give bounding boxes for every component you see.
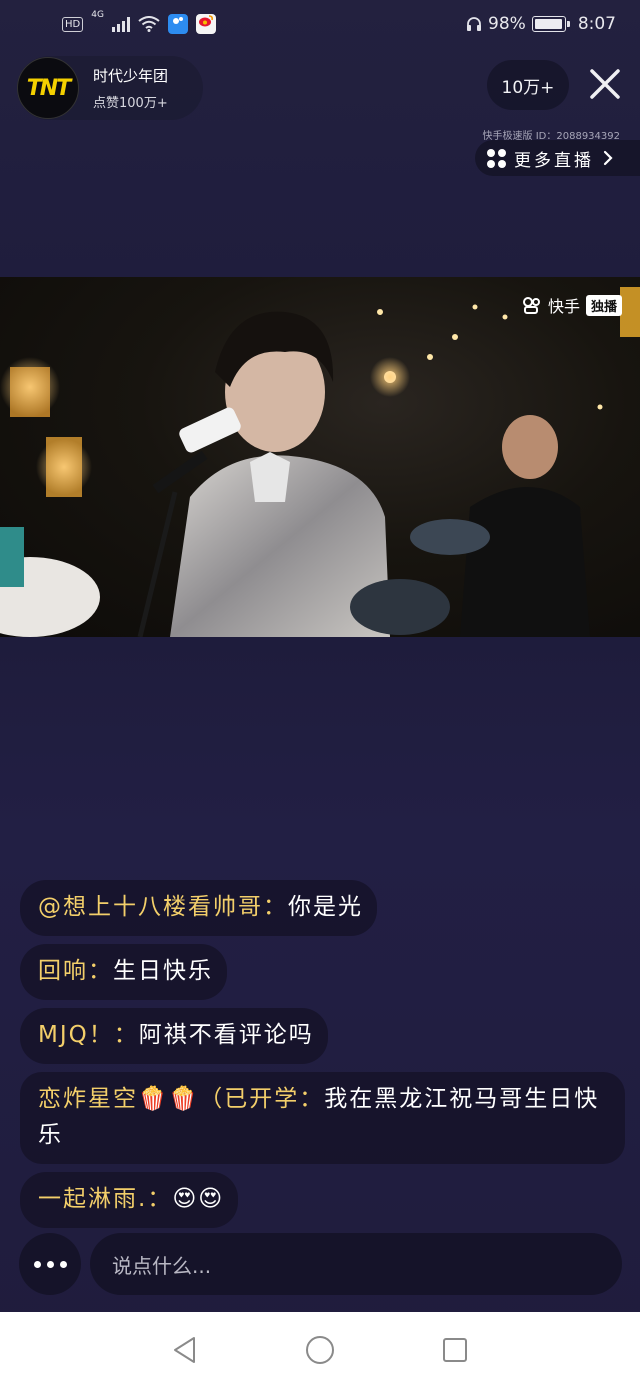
comment-text: 😍😍 bbox=[172, 1186, 225, 1212]
recents-button[interactable] bbox=[440, 1335, 470, 1365]
comment-item: 一起淋雨.：😍😍 bbox=[20, 1172, 239, 1228]
comment-item: @想上十八楼看帅哥：你是光 bbox=[20, 880, 377, 936]
comment-user[interactable]: @想上十八楼看帅哥 bbox=[38, 894, 263, 920]
kuaishou-logo-icon bbox=[522, 297, 540, 314]
grid-icon bbox=[487, 148, 506, 168]
comment-user[interactable]: 一起淋雨. bbox=[38, 1186, 147, 1212]
close-button[interactable] bbox=[583, 62, 627, 106]
comment-input-placeholder: 说点什么... bbox=[112, 1253, 212, 1278]
host-avatar[interactable]: TNT bbox=[17, 57, 79, 119]
viewer-count: 10万+ bbox=[501, 77, 555, 98]
network-type: 4G bbox=[91, 10, 104, 20]
back-button[interactable] bbox=[170, 1335, 200, 1365]
host-likes: 点赞100万+ bbox=[93, 96, 168, 111]
comment-separator: ： bbox=[299, 1086, 325, 1112]
kuaishou-watermark: 快手 独播 bbox=[522, 293, 622, 317]
home-circle-icon bbox=[306, 1335, 334, 1364]
comment-separator: ： bbox=[88, 958, 113, 984]
comment-text: 你是光 bbox=[288, 894, 363, 920]
back-triangle-icon bbox=[174, 1336, 195, 1363]
chevron-right-icon bbox=[603, 150, 613, 166]
comment-list: @想上十八楼看帅哥：你是光 回响：生日快乐 MJQ！：阿祺不看评论吗 恋炸星空🍿… bbox=[20, 880, 625, 1228]
comment-item: 恋炸星空🍿🍿（已开学：我在黑龙江祝马哥生日快乐 bbox=[20, 1072, 625, 1164]
hd-icon: HD bbox=[62, 16, 84, 32]
signal-icon bbox=[111, 16, 130, 32]
app-notification-icon bbox=[167, 14, 188, 34]
host-logo-text: TNT bbox=[26, 75, 71, 101]
watermark-tag: 独播 bbox=[585, 294, 622, 316]
more-live-label: 更多直播 bbox=[514, 150, 594, 171]
wifi-icon bbox=[138, 16, 160, 32]
comment-separator: ： bbox=[147, 1186, 173, 1212]
comment-separator: ： bbox=[263, 894, 288, 920]
host-name: 时代少年团 bbox=[93, 67, 169, 85]
comment-text: 阿祺不看评论吗 bbox=[138, 1022, 314, 1048]
battery-percent: 98% bbox=[488, 14, 526, 34]
status-bar: HD 4G 98% 8:07 bbox=[0, 0, 640, 48]
comment-input[interactable]: 说点什么... bbox=[90, 1233, 622, 1295]
system-nav-bar bbox=[0, 1312, 640, 1387]
comment-user[interactable]: MJQ！ bbox=[38, 1022, 114, 1048]
host-info-pill[interactable]: TNT 时代少年团 点赞100万+ bbox=[17, 56, 203, 120]
comment-text: 生日快乐 bbox=[113, 958, 213, 984]
host-details: 时代少年团 点赞100万+ bbox=[93, 65, 168, 111]
comment-item: MJQ！：阿祺不看评论吗 bbox=[20, 1008, 328, 1064]
more-button[interactable] bbox=[19, 1233, 81, 1295]
recents-square-icon bbox=[443, 1337, 467, 1362]
video-scene bbox=[0, 287, 640, 637]
watermark-brand: 快手 bbox=[547, 297, 580, 316]
weibo-icon bbox=[195, 14, 216, 34]
home-button[interactable] bbox=[305, 1335, 335, 1365]
battery-icon bbox=[531, 16, 570, 32]
more-dots-icon bbox=[33, 1260, 67, 1268]
headset-icon bbox=[466, 16, 482, 32]
comment-separator: ： bbox=[113, 1022, 139, 1048]
comment-user[interactable]: 回响 bbox=[38, 958, 88, 984]
comment-user[interactable]: 恋炸星空🍿🍿（已开学 bbox=[38, 1086, 299, 1112]
close-icon bbox=[590, 69, 620, 99]
comment-item: 回响：生日快乐 bbox=[20, 944, 227, 1000]
live-video[interactable]: 快手 独播 bbox=[0, 277, 640, 637]
clock: 8:07 bbox=[577, 14, 616, 34]
viewer-count-button[interactable]: 10万+ bbox=[487, 60, 569, 110]
more-live-button[interactable]: 更多直播 bbox=[475, 140, 640, 176]
